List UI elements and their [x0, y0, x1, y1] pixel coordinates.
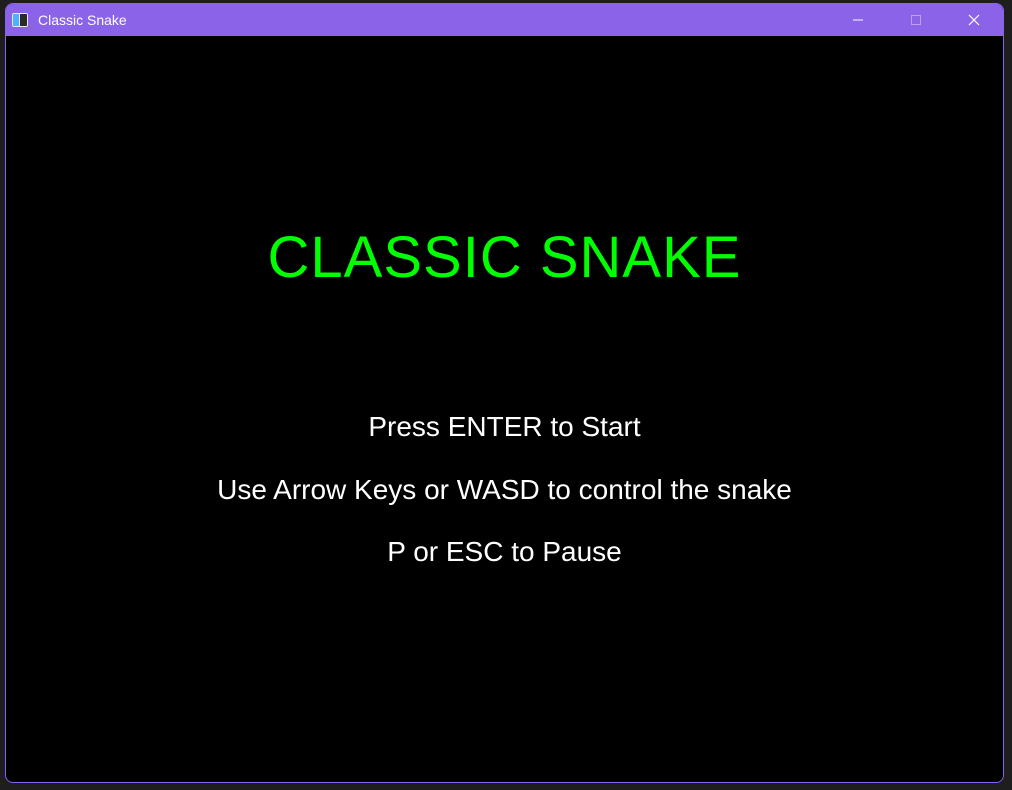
minimize-icon	[853, 19, 863, 21]
maximize-button[interactable]	[887, 4, 945, 36]
close-icon	[968, 14, 980, 26]
game-canvas[interactable]: CLASSIC SNAKE Press ENTER to Start Use A…	[6, 36, 1003, 782]
window-title: Classic Snake	[38, 12, 127, 28]
minimize-button[interactable]	[829, 4, 887, 36]
maximize-icon	[911, 15, 921, 25]
game-title: CLASSIC SNAKE	[267, 225, 742, 290]
app-icon	[12, 13, 28, 27]
controls-instruction: Use Arrow Keys or WASD to control the sn…	[217, 474, 792, 505]
pause-instruction: P or ESC to Pause	[387, 536, 622, 567]
app-window: Classic Snake CLASSIC SNAKE Press ENTER …	[5, 3, 1004, 783]
start-instruction: Press ENTER to Start	[368, 411, 641, 442]
title-bar[interactable]: Classic Snake	[6, 4, 1003, 36]
close-button[interactable]	[945, 4, 1003, 36]
window-controls	[829, 4, 1003, 36]
